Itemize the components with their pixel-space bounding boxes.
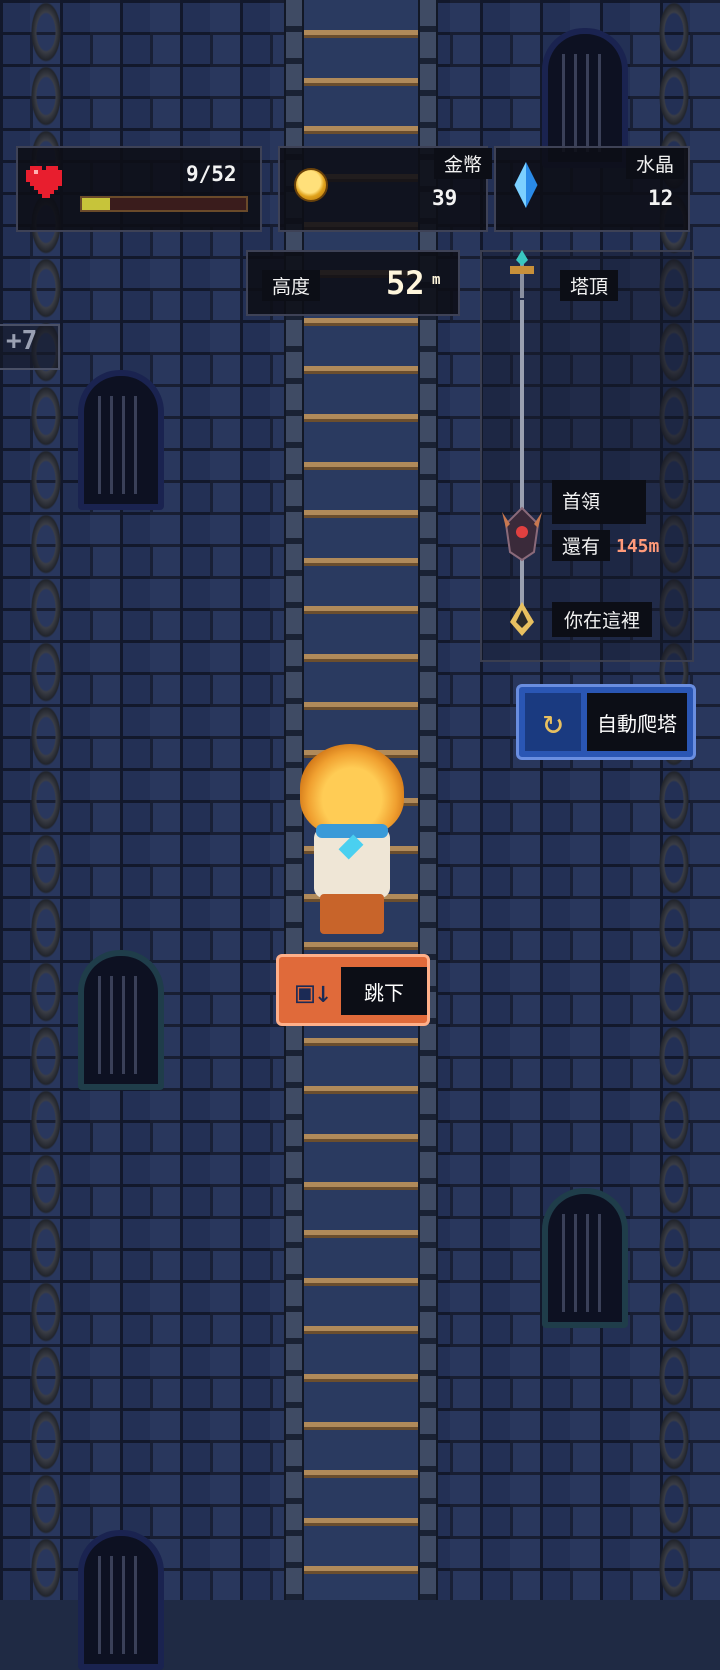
crystal-label: 水晶 bbox=[626, 148, 685, 179]
crystal-icon bbox=[514, 162, 538, 208]
height-value: 52 bbox=[386, 264, 425, 302]
hp-bar-fill bbox=[82, 198, 110, 210]
gold-label: 金幣 bbox=[434, 148, 493, 179]
boss-label: 首領 bbox=[552, 480, 646, 524]
hp-text: 9/52 bbox=[186, 162, 237, 186]
remaining-prefix: 還有 bbox=[552, 530, 611, 561]
tower-window bbox=[78, 1530, 164, 1670]
boss-emblem-icon bbox=[502, 506, 542, 562]
jump-down-button[interactable]: ▣↓ 跳下 bbox=[276, 954, 430, 1026]
crystal-value: 12 bbox=[648, 186, 674, 210]
remaining-distance: 145m bbox=[616, 536, 660, 557]
gain-popup: +7 bbox=[0, 324, 60, 370]
tower-window bbox=[78, 950, 164, 1090]
left-chain bbox=[24, 0, 68, 1600]
auto-climb-button[interactable]: ↻ 自動爬塔 bbox=[516, 684, 696, 760]
gold-value: 39 bbox=[432, 186, 458, 210]
tower-window bbox=[78, 370, 164, 510]
ladder-rail-right bbox=[418, 0, 438, 1600]
tower-top-label: 塔頂 bbox=[560, 270, 619, 301]
jump-down-icon: ▣↓ bbox=[295, 974, 333, 1010]
auto-climb-label: 自動爬塔 bbox=[587, 693, 687, 751]
height-label: 高度 bbox=[262, 270, 321, 301]
right-chain bbox=[652, 0, 696, 1600]
hp-bar bbox=[80, 196, 248, 212]
jump-down-label: 跳下 bbox=[341, 967, 427, 1015]
progress-panel bbox=[480, 250, 694, 662]
tower-window bbox=[542, 1188, 628, 1328]
tower-top-spear-icon bbox=[510, 250, 534, 298]
gold-coin-icon bbox=[294, 168, 328, 202]
player-character bbox=[296, 744, 408, 934]
player-position-marker-icon bbox=[510, 602, 534, 636]
height-unit: m bbox=[432, 272, 441, 288]
auto-climb-icon: ↻ bbox=[525, 693, 581, 751]
progress-track bbox=[520, 300, 524, 618]
heart-icon bbox=[26, 166, 62, 198]
you-are-here-label: 你在這裡 bbox=[552, 602, 653, 637]
